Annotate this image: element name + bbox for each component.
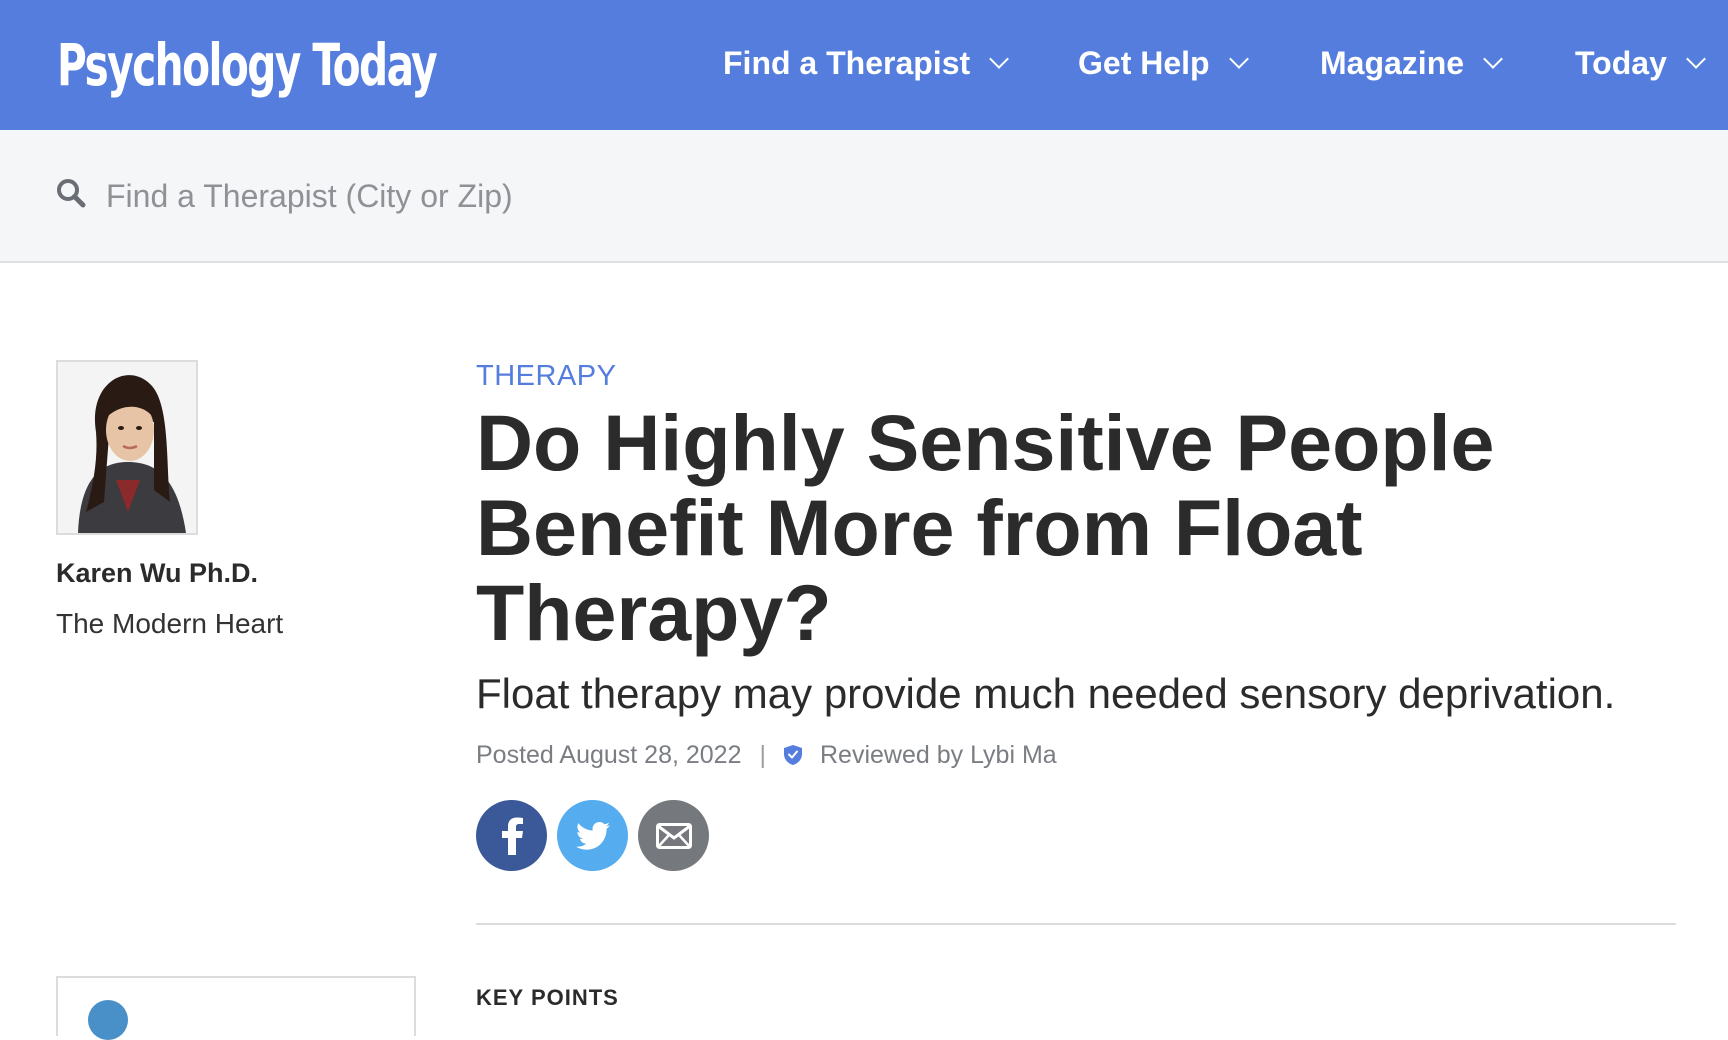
key-points-heading: KEY POINTS	[476, 985, 619, 1010]
search-icon[interactable]	[56, 178, 86, 208]
search-input[interactable]	[106, 166, 906, 226]
email-icon	[655, 822, 692, 849]
nav-today-label: Today	[1575, 44, 1667, 81]
author-photo[interactable]	[56, 360, 198, 535]
therapist-search-bar	[0, 130, 1728, 263]
facebook-icon	[501, 817, 523, 855]
divider	[476, 923, 1676, 925]
chevron-down-icon	[989, 49, 1010, 69]
email-share-button[interactable]	[638, 800, 709, 871]
article-subtitle: Float therapy may provide much needed se…	[476, 670, 1616, 717]
verified-shield-icon	[784, 745, 802, 765]
nav-today[interactable]: Today	[1575, 38, 1706, 88]
chevron-down-icon	[1483, 49, 1503, 69]
top-nav-bar: Psychology Today Find a Therapist Get He…	[0, 0, 1728, 130]
site-logo[interactable]: Psychology Today	[57, 20, 438, 110]
nav-get-help[interactable]: Get Help	[1078, 38, 1249, 88]
article-meta: Posted August 28, 2022 | Reviewed by Lyb…	[476, 738, 1057, 772]
nav-find-a-therapist[interactable]: Find a Therapist	[723, 38, 1010, 88]
article-category-link[interactable]: THERAPY	[476, 360, 616, 393]
chevron-down-icon	[1685, 49, 1706, 69]
nav-get-help-label: Get Help	[1078, 44, 1210, 81]
share-buttons	[476, 800, 709, 871]
twitter-icon	[575, 821, 610, 850]
nav-magazine[interactable]: Magazine	[1320, 38, 1503, 88]
nav-find-a-therapist-label: Find a Therapist	[723, 44, 971, 81]
twitter-share-button[interactable]	[557, 800, 628, 871]
meta-separator: |	[759, 740, 767, 769]
article-title: Do Highly Sensitive People Benefit More …	[476, 398, 1495, 657]
reviewed-by[interactable]: Reviewed by Lybi Ma	[820, 741, 1057, 770]
sidebar-card	[56, 976, 416, 1040]
author-portrait-icon	[58, 362, 196, 533]
author-name[interactable]: Karen Wu Ph.D.	[56, 558, 258, 589]
posted-date: Posted August 28, 2022	[476, 740, 742, 769]
chevron-down-icon	[1228, 49, 1249, 69]
author-blog-name[interactable]: The Modern Heart	[56, 608, 283, 640]
facebook-share-button[interactable]	[476, 800, 547, 871]
nav-magazine-label: Magazine	[1320, 44, 1465, 81]
sidebar-card-icon	[88, 1000, 128, 1040]
